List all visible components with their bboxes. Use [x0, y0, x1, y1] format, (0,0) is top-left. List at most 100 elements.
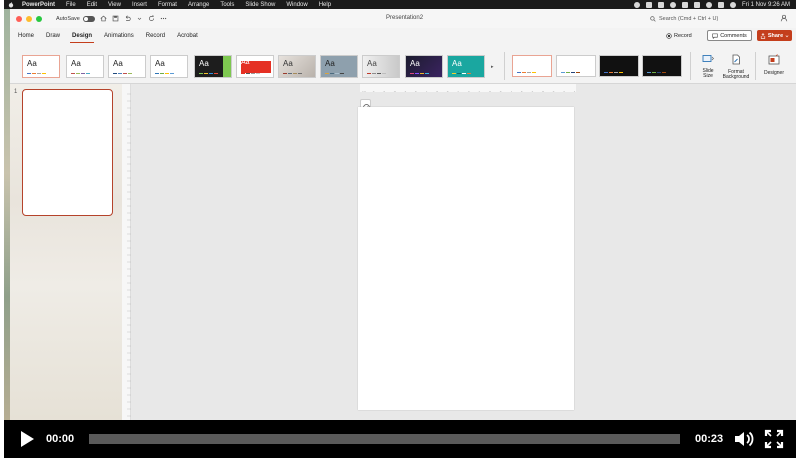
theme-glyph: Aa	[113, 59, 123, 68]
theme-glyph: Aa	[452, 59, 462, 68]
slide-canvas[interactable]	[358, 107, 574, 410]
title-bar: AutoSave Presentation2 Search (Cmd + Ctr…	[10, 9, 796, 28]
theme-color-bars	[283, 72, 302, 74]
autosave-toggle[interactable]	[82, 15, 95, 22]
vertical-ruler-ticks	[127, 93, 131, 417]
search-placeholder: Search (Cmd + Ctrl + U)	[659, 15, 719, 22]
slide-thumbnail[interactable]	[22, 89, 113, 216]
theme-thumbnail[interactable]: Aa	[362, 55, 400, 78]
search-icon	[650, 15, 656, 22]
menu-file[interactable]: File	[66, 2, 76, 8]
status-icon[interactable]	[645, 1, 652, 8]
menu-arrange[interactable]: Arrange	[188, 2, 209, 8]
theme-thumbnail[interactable]: Aa	[405, 55, 443, 78]
tab-animations[interactable]: Animations	[98, 28, 140, 44]
format-background-button[interactable]: Format Background	[720, 54, 752, 81]
variant-thumbnail[interactable]	[599, 55, 639, 77]
share-button[interactable]: Share	[757, 30, 792, 41]
variant-thumbnail[interactable]	[556, 55, 596, 77]
wifi-icon[interactable]	[693, 1, 700, 8]
seek-bar[interactable]	[89, 434, 680, 444]
current-time: 00:00	[46, 433, 75, 445]
status-icon[interactable]	[633, 1, 640, 8]
record-icon	[666, 33, 672, 39]
menu-insert[interactable]: Insert	[132, 2, 147, 8]
canvas-margin	[131, 84, 360, 92]
variant-thumbnail[interactable]	[642, 55, 682, 77]
tab-draw[interactable]: Draw	[40, 28, 66, 44]
ribbon-separator	[755, 52, 756, 80]
theme-thumbnail[interactable]: Aa	[278, 55, 316, 78]
variant-color-bars	[647, 71, 666, 73]
format-background-icon	[732, 54, 740, 65]
search-icon[interactable]	[705, 1, 712, 8]
theme-thumbnail[interactable]: Aa	[150, 55, 188, 78]
menu-bar-clock[interactable]: Fri 1 Nov 9:26 AM	[742, 2, 790, 8]
powerpoint-window: AutoSave Presentation2 Search (Cmd + Ctr…	[10, 9, 796, 420]
tab-acrobat[interactable]: Acrobat	[171, 28, 204, 44]
variant-color-bars	[517, 71, 536, 73]
redo-icon[interactable]	[148, 15, 155, 22]
theme-color-bars	[452, 72, 471, 74]
slide-size-button[interactable]: Slide Size	[696, 54, 720, 80]
theme-thumbnail[interactable]: Aa	[320, 55, 358, 78]
save-icon[interactable]	[112, 15, 119, 22]
theme-glyph: Aa	[325, 59, 335, 68]
theme-thumbnail[interactable]: Aa	[447, 55, 485, 78]
zoom-window-button[interactable]	[36, 15, 42, 22]
theme-thumbnail[interactable]: Aa	[22, 55, 60, 78]
theme-thumbnail[interactable]: Aa	[236, 55, 274, 78]
variant-thumbnail[interactable]	[512, 55, 552, 77]
play-icon[interactable]	[17, 429, 37, 449]
comments-button[interactable]: Comments	[707, 30, 752, 41]
theme-glyph: Aa	[27, 59, 37, 68]
designer-icon	[768, 54, 780, 65]
format-background-label: Background	[722, 74, 750, 80]
control-center-icon[interactable]	[717, 1, 724, 8]
autosave-label: AutoSave	[56, 15, 80, 22]
status-icon[interactable]	[669, 1, 676, 8]
undo-icon[interactable]	[124, 15, 131, 22]
menu-view[interactable]: View	[108, 2, 121, 8]
share-label: Share	[767, 32, 784, 39]
record-button[interactable]: Record	[666, 31, 692, 41]
theme-thumbnail[interactable]: Aa	[108, 55, 146, 78]
tab-home[interactable]: Home	[12, 28, 40, 44]
screen-recording-frame: PowerPoint File Edit View Insert Format …	[4, 0, 796, 458]
theme-color-bars	[241, 72, 260, 74]
menu-format[interactable]: Format	[158, 2, 177, 8]
battery-icon[interactable]	[681, 1, 688, 8]
search-box[interactable]: Search (Cmd + Ctrl + U)	[650, 13, 760, 24]
account-icon[interactable]	[780, 14, 788, 22]
menu-window[interactable]: Window	[286, 2, 307, 8]
video-player-controls: 00:00 00:23	[4, 420, 796, 458]
minimize-window-button[interactable]	[26, 15, 32, 22]
menu-tools[interactable]: Tools	[220, 2, 234, 8]
chevron-down-icon[interactable]	[136, 15, 143, 22]
variant-color-bars	[561, 71, 580, 73]
status-icon[interactable]	[657, 1, 664, 8]
more-icon[interactable]	[160, 15, 167, 22]
apple-icon[interactable]	[8, 1, 14, 8]
tab-record[interactable]: Record	[140, 28, 171, 44]
designer-button[interactable]: Designer	[758, 54, 790, 76]
menu-powerpoint[interactable]: PowerPoint	[22, 2, 55, 8]
menu-edit[interactable]: Edit	[87, 2, 97, 8]
theme-glyph: Aa	[410, 59, 420, 68]
theme-glyph: Aa	[367, 59, 377, 68]
home-icon[interactable]	[100, 15, 107, 22]
menu-slide-show[interactable]: Slide Show	[245, 2, 275, 8]
theme-thumbnail[interactable]: Aa	[66, 55, 104, 78]
vertical-ruler	[122, 84, 131, 420]
fullscreen-icon[interactable]	[764, 429, 784, 449]
tab-design[interactable]: Design	[66, 28, 98, 44]
siri-icon[interactable]	[729, 1, 736, 8]
variant-color-bars	[604, 71, 623, 73]
volume-icon[interactable]	[733, 429, 755, 449]
record-label: Record	[674, 33, 692, 39]
theme-thumbnail[interactable]: Aa	[194, 55, 232, 78]
menu-help[interactable]: Help	[319, 2, 331, 8]
theme-glyph: Aa	[155, 59, 165, 68]
close-window-button[interactable]	[16, 15, 22, 22]
gallery-more-arrow-icon[interactable]: ▸	[491, 64, 494, 70]
